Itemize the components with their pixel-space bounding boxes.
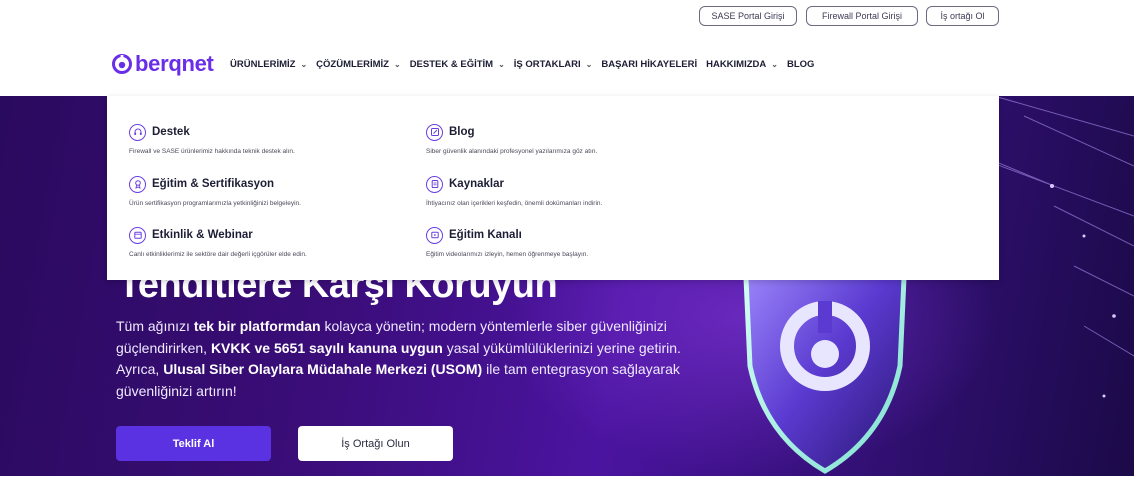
dropdown-item-etkinlik-webinar[interactable]: Etkinlik & Webinar Canlı etkinliklerimiz… [129, 225, 459, 258]
dropdown-item-desc: Eğitim videolarımızı izleyin, hemen öğre… [426, 251, 589, 258]
dropdown-item-destek[interactable]: Destek Firewall ve SASE ürünlerimiz hakk… [129, 122, 459, 155]
dropdown-item-title: Kaynaklar [449, 178, 504, 190]
calendar-icon [129, 226, 146, 244]
dropdown-item-desc: Canlı etkinliklerimiz ile sektöre dair d… [129, 251, 307, 258]
logo[interactable]: berqnet [112, 52, 214, 76]
nav-item-label: BAŞARI HİKAYELERİ [601, 58, 698, 70]
nav-item-1[interactable]: ÇÖZÜMLERİMİZ ⌄ [316, 59, 401, 70]
nav-item-4[interactable]: BAŞARI HİKAYELERİ [601, 59, 697, 70]
become-partner-link[interactable]: İş ortağı Ol [926, 6, 999, 26]
dropdown-item-blog[interactable]: Blog Siber güvenlik alanındaki profesyon… [426, 122, 756, 155]
certificate-icon [129, 175, 146, 193]
chevron-down-icon: ⌄ [771, 59, 778, 69]
nav-item-label: ÜRÜNLERİMİZ [230, 58, 296, 70]
nav-item-5[interactable]: HAKKIMIZDA ⌄ [706, 59, 778, 70]
dropdown-item-title: Eğitim & Sertifikasyon [152, 178, 275, 190]
chevron-down-icon: ⌄ [393, 59, 401, 69]
dropdown-item-desc: İhtiyacınız olan içerikleri keşfedin, ön… [426, 200, 603, 207]
dropdown-item-title: Blog [449, 126, 475, 138]
dropdown-item-desc: Ürün sertifikasyon programlarımızla yetk… [129, 200, 301, 207]
sase-portal-link[interactable]: SASE Portal Girişi [699, 6, 797, 26]
dropdown-item-desc: Firewall ve SASE ürünlerimiz hakkında te… [129, 148, 295, 155]
nav-item-2[interactable]: DESTEK & EĞİTİM ⌄ [410, 59, 505, 70]
document-icon [426, 175, 443, 193]
edit-icon [426, 123, 443, 141]
dropdown-item-kaynaklar[interactable]: Kaynaklar İhtiyacınız olan içerikleri ke… [426, 174, 756, 207]
nav-item-label: ÇÖZÜMLERİMİZ [316, 58, 389, 70]
chevron-down-icon: ⌄ [300, 59, 308, 69]
berqnet-logo-icon [112, 54, 132, 74]
nav-item-label: HAKKIMIZDA [706, 58, 767, 70]
chevron-down-icon: ⌄ [498, 59, 505, 69]
dropdown-item-desc: Siber güvenlik alanındaki profesyonel ya… [426, 148, 598, 155]
request-quote-button[interactable]: Teklif Al [116, 426, 271, 461]
shield-icon [742, 253, 908, 474]
logo-text: berqnet [135, 51, 214, 76]
hero-desc-emphasis: tek bir platformdan [193, 318, 321, 334]
support-education-dropdown: Destek Firewall ve SASE ürünlerimiz hakk… [107, 96, 999, 280]
hero-desc-text: Tüm ağınızı [116, 318, 194, 334]
video-icon [426, 226, 443, 244]
main-nav: berqnet ÜRÜNLERİMİZ ⌄ ÇÖZÜMLERİMİZ ⌄ DESTEK … [0, 52, 1134, 76]
dropdown-item-title: Destek [152, 126, 190, 138]
hero-description: Tüm ağınızı tek bir platformdan kolayca … [116, 316, 696, 402]
nav-item-label: BLOG [786, 58, 815, 70]
hero-desc-emphasis: Ulusal Siber Olaylara Müdahale Merkezi (… [163, 361, 483, 377]
become-partner-button[interactable]: İş Ortağı Olun [298, 426, 453, 461]
nav-item-6[interactable]: BLOG [787, 59, 814, 70]
nav-item-label: DESTEK & EĞİTİM [409, 58, 494, 70]
chevron-down-icon: ⌄ [585, 59, 593, 69]
dropdown-item-egitim-sertifikasyon[interactable]: Eğitim & Sertifikasyon Ürün sertifikasyo… [129, 174, 459, 207]
nav-item-label: İŞ ORTAKLARI [513, 58, 581, 70]
dropdown-item-title: Etkinlik & Webinar [152, 229, 253, 241]
dropdown-item-title: Eğitim Kanalı [449, 229, 522, 241]
hero-desc-emphasis: KVKK ve 5651 sayılı kanuna uygun [210, 339, 443, 356]
firewall-portal-link[interactable]: Firewall Portal Girişi [806, 6, 918, 26]
nav-item-0[interactable]: ÜRÜNLERİMİZ ⌄ [230, 59, 307, 70]
dropdown-item-egitim-kanali[interactable]: Eğitim Kanalı Eğitim videolarımızı izley… [426, 225, 756, 258]
nav-items: ÜRÜNLERİMİZ ⌄ ÇÖZÜMLERİMİZ ⌄ DESTEK & EĞİTİM… [230, 52, 823, 76]
headset-icon [129, 123, 146, 141]
nav-item-3[interactable]: İŞ ORTAKLARI ⌄ [514, 59, 593, 70]
top-utility-bar: SASE Portal Girişi Firewall Portal Giriş… [0, 6, 1134, 26]
